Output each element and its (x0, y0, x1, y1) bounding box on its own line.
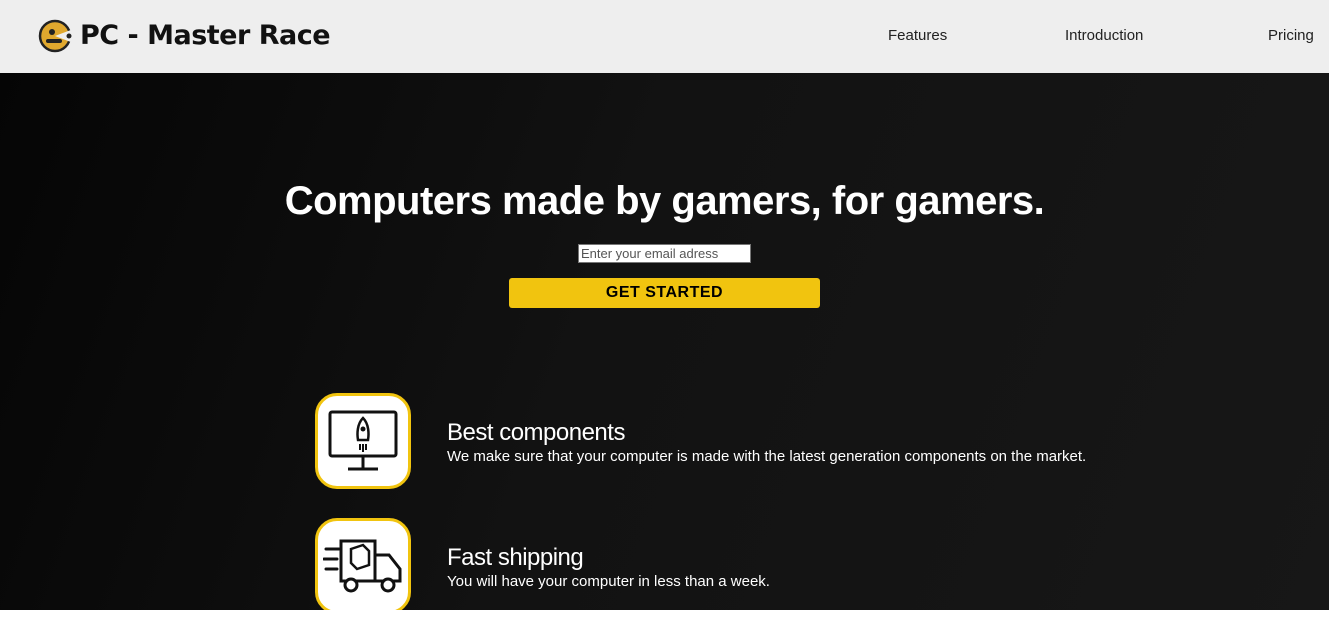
nav-link-pricing[interactable]: Pricing (1268, 26, 1314, 46)
delivery-truck-icon (323, 539, 402, 593)
navbar: PC - Master Race Features Introduction P… (0, 0, 1329, 73)
feature-icon-container (315, 393, 411, 489)
feature-description: We make sure that your computer is made … (447, 448, 1087, 465)
feature-item-components: Best components We make sure that your c… (315, 393, 1215, 489)
brand-name: PC - Master Race (80, 20, 331, 51)
feature-description: You will have your computer in less than… (447, 573, 770, 590)
feature-icon-container (315, 518, 411, 610)
hero-section: Computers made by gamers, for gamers. GE… (0, 73, 1329, 610)
hero-title: Computers made by gamers, for gamers. (284, 179, 1045, 223)
feature-item-shipping: Fast shipping You will have your compute… (315, 518, 1215, 610)
nav-link-introduction[interactable]: Introduction (1065, 26, 1143, 46)
feature-heading: Fast shipping (447, 544, 584, 571)
get-started-button[interactable]: GET STARTED (509, 278, 820, 308)
page-bottom-strip (0, 610, 1329, 628)
nav-link-features[interactable]: Features (888, 26, 947, 46)
feature-heading: Best components (447, 419, 625, 446)
email-input[interactable] (578, 244, 751, 263)
gamer-logo-icon (38, 19, 76, 53)
brand-logo[interactable]: PC - Master Race (38, 18, 331, 54)
monitor-rocket-icon (328, 410, 398, 471)
